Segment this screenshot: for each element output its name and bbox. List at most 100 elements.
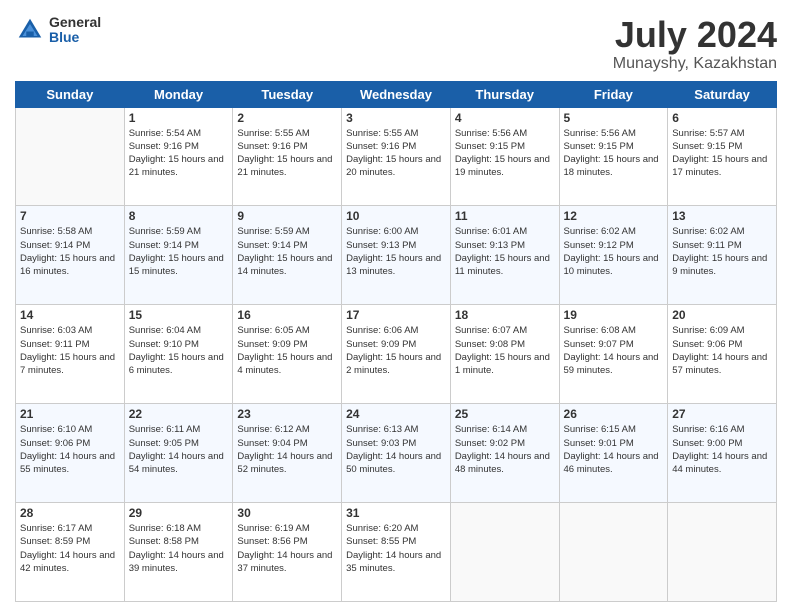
day-info: Sunrise: 6:06 AM Sunset: 9:09 PM Dayligh… [346, 324, 446, 377]
day-number: 4 [455, 111, 555, 125]
calendar-cell: 23 Sunrise: 6:12 AM Sunset: 9:04 PM Dayli… [233, 404, 342, 503]
calendar-table: Sunday Monday Tuesday Wednesday Thursday… [15, 81, 777, 602]
logo-text: General Blue [49, 15, 101, 46]
calendar-cell: 11Sunrise: 6:01 AM Sunset: 9:13 PM Dayli… [450, 206, 559, 305]
day-number: 1 [129, 111, 229, 125]
day-info: Sunrise: 6:17 AM Sunset: 8:59 PM Dayligh… [20, 522, 120, 575]
day-info: Sunrise: 6:08 AM Sunset: 9:07 PM Dayligh… [564, 324, 664, 377]
day-info: Sunrise: 5:57 AM Sunset: 9:15 PM Dayligh… [672, 127, 772, 180]
calendar-cell: 28 Sunrise: 6:17 AM Sunset: 8:59 PM Dayli… [16, 503, 125, 602]
calendar-cell: 24 Sunrise: 6:13 AM Sunset: 9:03 PM Dayli… [342, 404, 451, 503]
day-number: 9 [237, 209, 337, 223]
calendar-cell: 8Sunrise: 5:59 AM Sunset: 9:14 PM Daylig… [124, 206, 233, 305]
header: General Blue July 2024 Munayshy, Kazakhs… [15, 15, 777, 73]
day-number: 28 [20, 506, 120, 520]
calendar-cell: 9 Sunrise: 5:59 AM Sunset: 9:14 PM Daylig… [233, 206, 342, 305]
calendar-cell: 1 Sunrise: 5:54 AM Sunset: 9:16 PM Daylig… [124, 107, 233, 206]
day-info: Sunrise: 5:59 AM Sunset: 9:14 PM Dayligh… [129, 225, 229, 278]
calendar-cell: 13Sunrise: 6:02 AM Sunset: 9:11 PM Dayli… [668, 206, 777, 305]
day-info: Sunrise: 6:11 AM Sunset: 9:05 PM Dayligh… [129, 423, 229, 476]
day-number: 17 [346, 308, 446, 322]
week-row-4: 21Sunrise: 6:10 AM Sunset: 9:06 PM Dayli… [16, 404, 777, 503]
day-info: Sunrise: 5:58 AM Sunset: 9:14 PM Dayligh… [20, 225, 120, 278]
week-row-1: 1 Sunrise: 5:54 AM Sunset: 9:16 PM Daylig… [16, 107, 777, 206]
day-number: 16 [237, 308, 337, 322]
day-number: 14 [20, 308, 120, 322]
calendar-cell: 29Sunrise: 6:18 AM Sunset: 8:58 PM Dayli… [124, 503, 233, 602]
day-info: Sunrise: 6:03 AM Sunset: 9:11 PM Dayligh… [20, 324, 120, 377]
day-info: Sunrise: 5:59 AM Sunset: 9:14 PM Dayligh… [237, 225, 337, 278]
header-friday: Friday [559, 81, 668, 107]
day-number: 2 [237, 111, 337, 125]
calendar-cell: 25 Sunrise: 6:14 AM Sunset: 9:02 PM Dayli… [450, 404, 559, 503]
day-info: Sunrise: 6:04 AM Sunset: 9:10 PM Dayligh… [129, 324, 229, 377]
logo-icon [15, 15, 45, 45]
calendar-cell: 21Sunrise: 6:10 AM Sunset: 9:06 PM Dayli… [16, 404, 125, 503]
day-number: 22 [129, 407, 229, 421]
day-info: Sunrise: 5:55 AM Sunset: 9:16 PM Dayligh… [237, 127, 337, 180]
calendar-cell: 26 Sunrise: 6:15 AM Sunset: 9:01 PM Dayli… [559, 404, 668, 503]
day-number: 15 [129, 308, 229, 322]
day-info: Sunrise: 5:54 AM Sunset: 9:16 PM Dayligh… [129, 127, 229, 180]
day-number: 13 [672, 209, 772, 223]
day-info: Sunrise: 6:13 AM Sunset: 9:03 PM Dayligh… [346, 423, 446, 476]
calendar-cell: 5Sunrise: 5:56 AM Sunset: 9:15 PM Daylig… [559, 107, 668, 206]
calendar-cell [16, 107, 125, 206]
header-tuesday: Tuesday [233, 81, 342, 107]
day-number: 6 [672, 111, 772, 125]
calendar-cell: 19Sunrise: 6:08 AM Sunset: 9:07 PM Dayli… [559, 305, 668, 404]
day-number: 26 [564, 407, 664, 421]
day-info: Sunrise: 6:19 AM Sunset: 8:56 PM Dayligh… [237, 522, 337, 575]
calendar-cell [559, 503, 668, 602]
day-number: 24 [346, 407, 446, 421]
header-wednesday: Wednesday [342, 81, 451, 107]
day-info: Sunrise: 5:56 AM Sunset: 9:15 PM Dayligh… [455, 127, 555, 180]
day-info: Sunrise: 5:56 AM Sunset: 9:15 PM Dayligh… [564, 127, 664, 180]
header-thursday: Thursday [450, 81, 559, 107]
calendar-cell [668, 503, 777, 602]
calendar-cell: 4 Sunrise: 5:56 AM Sunset: 9:15 PM Daylig… [450, 107, 559, 206]
subtitle: Munayshy, Kazakhstan [613, 55, 777, 73]
day-number: 7 [20, 209, 120, 223]
header-sunday: Sunday [16, 81, 125, 107]
calendar-cell: 6 Sunrise: 5:57 AM Sunset: 9:15 PM Daylig… [668, 107, 777, 206]
day-info: Sunrise: 6:00 AM Sunset: 9:13 PM Dayligh… [346, 225, 446, 278]
day-info: Sunrise: 6:15 AM Sunset: 9:01 PM Dayligh… [564, 423, 664, 476]
day-info: Sunrise: 6:07 AM Sunset: 9:08 PM Dayligh… [455, 324, 555, 377]
logo-blue-text: Blue [49, 30, 101, 45]
day-info: Sunrise: 6:14 AM Sunset: 9:02 PM Dayligh… [455, 423, 555, 476]
header-monday: Monday [124, 81, 233, 107]
day-number: 3 [346, 111, 446, 125]
logo-general-text: General [49, 15, 101, 30]
day-info: Sunrise: 6:09 AM Sunset: 9:06 PM Dayligh… [672, 324, 772, 377]
day-info: Sunrise: 6:02 AM Sunset: 9:12 PM Dayligh… [564, 225, 664, 278]
day-number: 31 [346, 506, 446, 520]
week-row-2: 7 Sunrise: 5:58 AM Sunset: 9:14 PM Daylig… [16, 206, 777, 305]
calendar-cell: 30Sunrise: 6:19 AM Sunset: 8:56 PM Dayli… [233, 503, 342, 602]
day-number: 11 [455, 209, 555, 223]
calendar-cell [450, 503, 559, 602]
day-number: 27 [672, 407, 772, 421]
day-number: 29 [129, 506, 229, 520]
week-row-5: 28 Sunrise: 6:17 AM Sunset: 8:59 PM Dayli… [16, 503, 777, 602]
day-number: 12 [564, 209, 664, 223]
title-block: July 2024 Munayshy, Kazakhstan [613, 15, 777, 73]
calendar-cell: 20Sunrise: 6:09 AM Sunset: 9:06 PM Dayli… [668, 305, 777, 404]
day-number: 18 [455, 308, 555, 322]
day-info: Sunrise: 6:10 AM Sunset: 9:06 PM Dayligh… [20, 423, 120, 476]
day-number: 23 [237, 407, 337, 421]
day-number: 25 [455, 407, 555, 421]
header-saturday: Saturday [668, 81, 777, 107]
page: General Blue July 2024 Munayshy, Kazakhs… [0, 0, 792, 612]
day-number: 10 [346, 209, 446, 223]
calendar-cell: 10 Sunrise: 6:00 AM Sunset: 9:13 PM Dayli… [342, 206, 451, 305]
week-row-3: 14 Sunrise: 6:03 AM Sunset: 9:11 PM Dayli… [16, 305, 777, 404]
calendar-cell: 16Sunrise: 6:05 AM Sunset: 9:09 PM Dayli… [233, 305, 342, 404]
calendar-cell: 15 Sunrise: 6:04 AM Sunset: 9:10 PM Dayli… [124, 305, 233, 404]
day-info: Sunrise: 5:55 AM Sunset: 9:16 PM Dayligh… [346, 127, 446, 180]
day-info: Sunrise: 6:16 AM Sunset: 9:00 PM Dayligh… [672, 423, 772, 476]
day-info: Sunrise: 6:12 AM Sunset: 9:04 PM Dayligh… [237, 423, 337, 476]
calendar-cell: 2 Sunrise: 5:55 AM Sunset: 9:16 PM Daylig… [233, 107, 342, 206]
day-info: Sunrise: 6:20 AM Sunset: 8:55 PM Dayligh… [346, 522, 446, 575]
calendar-cell: 17 Sunrise: 6:06 AM Sunset: 9:09 PM Dayli… [342, 305, 451, 404]
